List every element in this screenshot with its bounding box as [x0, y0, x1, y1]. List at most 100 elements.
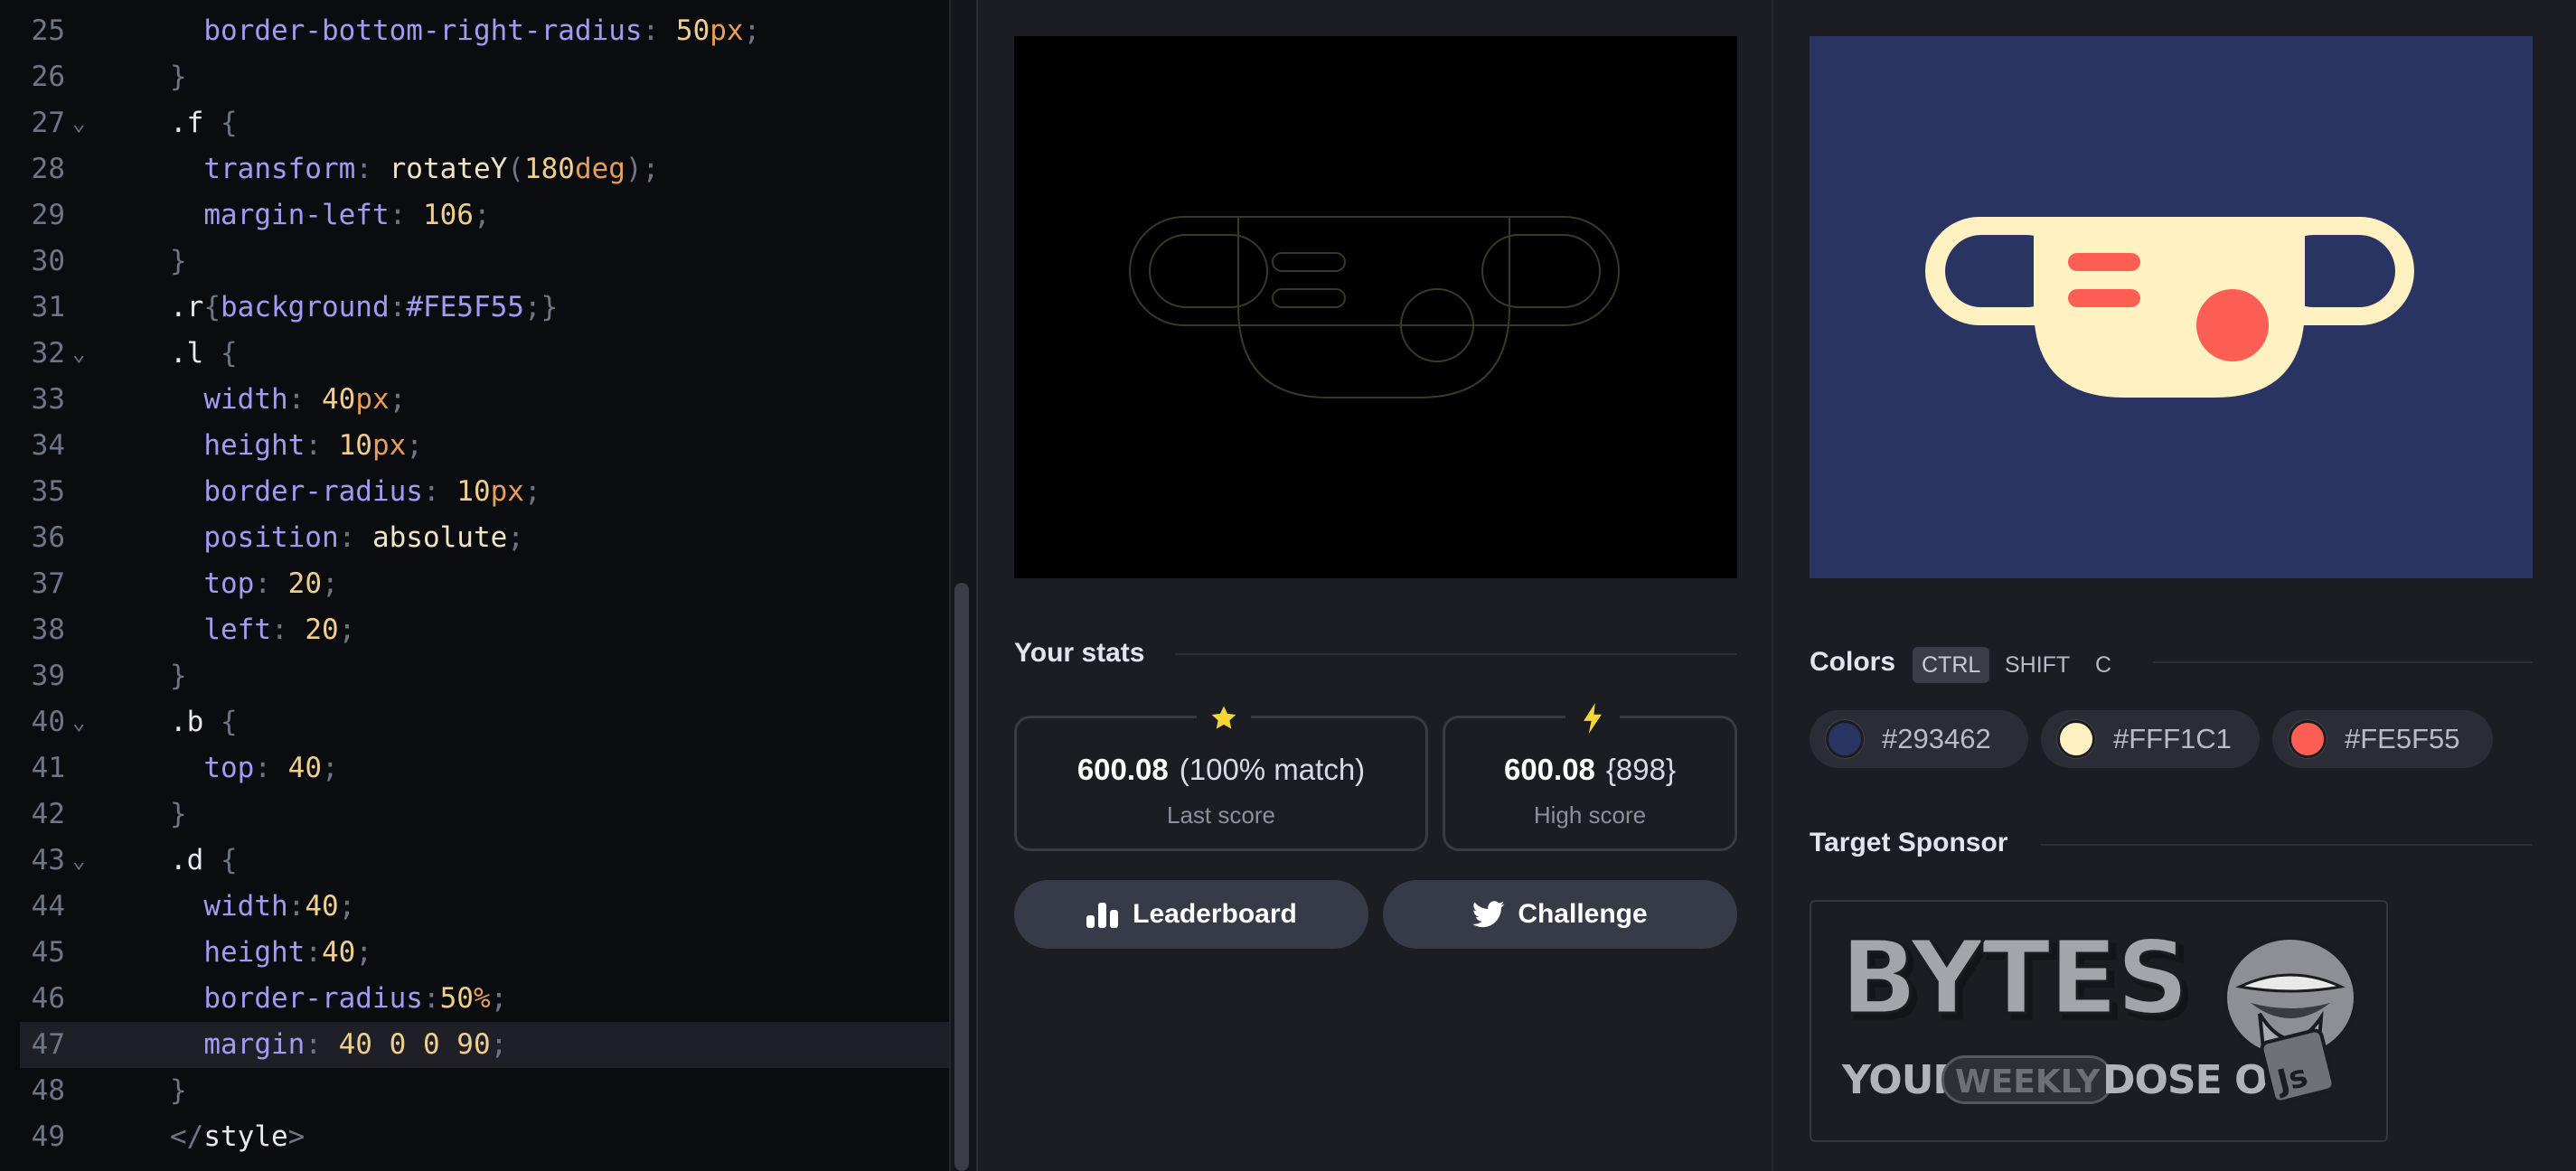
code-text[interactable]: height:40;: [170, 930, 372, 976]
code-text[interactable]: height: 10px;: [170, 423, 423, 469]
line-number: 48: [31, 1074, 65, 1107]
code-line[interactable]: 47 margin: 40 0 0 90;: [20, 1022, 949, 1068]
leaderboard-label: Leaderboard: [1133, 899, 1297, 929]
code-text[interactable]: }: [170, 1068, 187, 1114]
code-line[interactable]: 42}: [0, 792, 949, 838]
code-text[interactable]: margin: 40 0 0 90;: [170, 1022, 507, 1068]
line-number: 34: [31, 429, 65, 462]
code-line[interactable]: 34 height: 10px;: [0, 423, 949, 469]
code-text[interactable]: </style>: [170, 1114, 305, 1160]
code-line[interactable]: 36 position: absolute;: [0, 515, 949, 561]
code-line[interactable]: 35 border-radius: 10px;: [0, 469, 949, 515]
line-number: 26: [31, 61, 65, 93]
code-text[interactable]: .b {: [170, 699, 238, 745]
code-line[interactable]: 48}: [0, 1068, 949, 1114]
code-text[interactable]: transform: rotateY(180deg);: [170, 146, 659, 192]
challenge-button[interactable]: Challenge: [1383, 880, 1737, 949]
line-number: 40: [31, 706, 65, 738]
mask-line-bottom: [2068, 289, 2140, 307]
code-line[interactable]: 33 width: 40px;: [0, 377, 949, 423]
code-text[interactable]: top: 20;: [170, 561, 338, 607]
line-number: 43: [31, 844, 65, 876]
fold-chevron-icon[interactable]: ⌄: [72, 699, 85, 745]
line-number: 33: [31, 383, 65, 416]
line-number: 25: [31, 14, 65, 47]
output-preview[interactable]: [1014, 36, 1737, 578]
line-number: 35: [31, 475, 65, 508]
code-line[interactable]: 46 border-radius:50%;: [0, 976, 949, 1022]
code-line[interactable]: 43 ⌄ .d {: [0, 838, 949, 884]
twitter-icon: [1472, 901, 1505, 928]
shortcut-c: C: [2095, 652, 2112, 678]
stats-divider: [1175, 653, 1737, 655]
line-number: 31: [31, 291, 65, 323]
code-text[interactable]: border-radius: 10px;: [170, 469, 541, 515]
code-line[interactable]: 39}: [0, 653, 949, 699]
code-editor[interactable]: 25 border-bottom-right-radius: 50px; 26} 2…: [0, 0, 976, 1171]
target-image[interactable]: [1810, 36, 2533, 578]
code-line[interactable]: 29 margin-left: 106;: [0, 192, 949, 239]
code-text[interactable]: .l {: [170, 331, 238, 377]
code-text[interactable]: }: [170, 792, 187, 838]
code-line[interactable]: 27 ⌄ .f {: [0, 100, 949, 146]
code-line[interactable]: 25 border-bottom-right-radius: 50px;: [0, 8, 949, 54]
code-text[interactable]: width:40;: [170, 884, 355, 930]
shortcut-shift: SHIFT: [2005, 652, 2071, 678]
code-text[interactable]: width: 40px;: [170, 377, 406, 423]
fold-chevron-icon[interactable]: ⌄: [72, 331, 85, 377]
code-line[interactable]: 44 width:40;: [0, 884, 949, 930]
code-text[interactable]: }: [170, 54, 187, 100]
fold-chevron-icon[interactable]: ⌄: [72, 838, 85, 884]
color-swatch[interactable]: #FFF1C1: [2041, 710, 2260, 768]
line-number: 27: [31, 107, 65, 139]
line-number: 41: [31, 752, 65, 784]
code-text[interactable]: .r{background:#FE5F55;}: [170, 285, 558, 331]
code-line[interactable]: 30}: [0, 239, 949, 285]
code-text[interactable]: border-radius:50%;: [170, 976, 507, 1022]
mask-line-bottom-outline: [1272, 288, 1346, 308]
code-line[interactable]: 28 transform: rotateY(180deg);: [0, 146, 949, 192]
mask-dot: [2196, 289, 2269, 361]
leaderboard-button[interactable]: Leaderboard: [1014, 880, 1368, 949]
code-text[interactable]: left: 20;: [170, 607, 355, 653]
color-hex: #FFF1C1: [2113, 723, 2232, 754]
line-number: 47: [31, 1028, 65, 1061]
editor-scrollbar-thumb[interactable]: [954, 583, 969, 1171]
code-line[interactable]: 40 ⌄ .b {: [0, 699, 949, 745]
code-line[interactable]: 37 top: 20;: [0, 561, 949, 607]
fold-chevron-icon[interactable]: ⌄: [72, 100, 85, 146]
mask-strap-hole-right: [1481, 234, 1601, 308]
code-text[interactable]: }: [170, 653, 187, 699]
code-line[interactable]: 49 </style>: [0, 1114, 949, 1160]
sponsor-banner[interactable]: BYTES BYTES YOUR WEEKLY DOSE OF Js: [1810, 900, 2388, 1142]
color-hex: #293462: [1882, 723, 1991, 754]
last-score-match: (100% match): [1179, 753, 1366, 786]
mask-body: [2034, 217, 2305, 398]
code-text[interactable]: .f {: [170, 100, 238, 146]
line-number: 49: [31, 1120, 65, 1153]
bytes-logo: BYTES: [1839, 919, 2191, 1039]
color-swatch[interactable]: #FE5F55: [2272, 710, 2493, 768]
code-text[interactable]: position: absolute;: [170, 515, 524, 561]
code-text[interactable]: top: 40;: [170, 745, 338, 792]
color-dot: [2057, 720, 2095, 758]
code-text[interactable]: .d {: [170, 838, 238, 884]
code-text[interactable]: }: [170, 239, 187, 285]
shortcut-ctrl: CTRL: [1913, 647, 1990, 683]
color-swatch[interactable]: #293462: [1810, 710, 2028, 768]
code-line[interactable]: 41 top: 40;: [0, 745, 949, 792]
output-outline-drawing: [1129, 216, 1620, 398]
code-line[interactable]: 32 ⌄ .l {: [0, 331, 949, 377]
target-panel: Colors CTRL SHIFT C #293462 #FFF1C1 #FE5…: [1773, 0, 2576, 1171]
code-text[interactable]: border-bottom-right-radius: 50px;: [170, 8, 760, 54]
code-line[interactable]: 26}: [0, 54, 949, 100]
code-line[interactable]: 38 left: 20;: [0, 607, 949, 653]
code-line[interactable]: 31 .r{background:#FE5F55;}: [0, 285, 949, 331]
last-score-label: Last score: [1167, 801, 1275, 829]
code-line[interactable]: 45 height:40;: [0, 930, 949, 976]
line-number: 38: [31, 614, 65, 646]
line-number: 46: [31, 982, 65, 1015]
high-score-card: 600.08 {898} High score: [1443, 700, 1737, 851]
code-text[interactable]: margin-left: 106;: [170, 192, 490, 239]
high-score-chars: {898}: [1605, 753, 1677, 786]
